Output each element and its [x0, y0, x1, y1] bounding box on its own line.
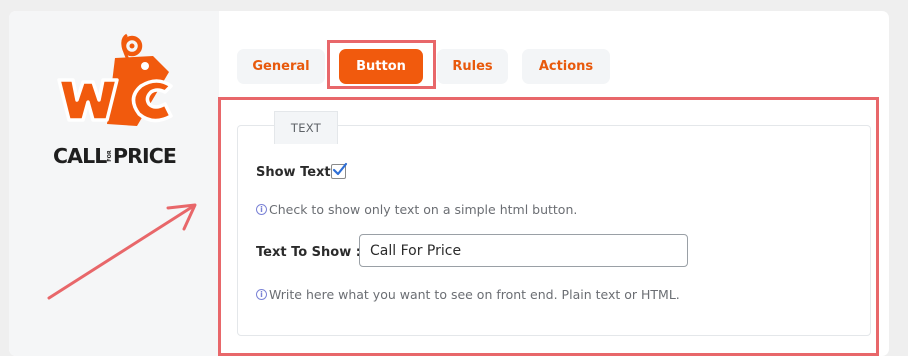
logo-text-call: CALL: [53, 144, 107, 168]
tab-rules[interactable]: Rules: [437, 49, 508, 84]
checkmark-icon: [332, 162, 348, 176]
text-to-show-input[interactable]: [359, 234, 688, 267]
call-for-price-logo: CALL FOR PRICE: [53, 30, 193, 180]
settings-card: CALL FOR PRICE General Button Rules Acti…: [9, 11, 889, 356]
text-to-show-label: Text To Show :: [256, 245, 361, 260]
tab-button[interactable]: Button: [339, 49, 423, 84]
logo-wordmark: CALL FOR PRICE: [53, 144, 185, 168]
tab-actions[interactable]: Actions: [522, 49, 610, 84]
section-tab-text: TEXT: [274, 111, 338, 144]
price-tag-icon: [57, 33, 173, 126]
show-text-hint: i Check to show only text on a simple ht…: [256, 202, 577, 217]
info-icon: i: [256, 204, 267, 215]
text-to-show-hint: i Write here what you want to see on fro…: [256, 287, 680, 302]
text-settings-panel: [237, 125, 871, 336]
show-text-label: Show Text: [256, 165, 331, 180]
show-text-hint-text: Check to show only text on a simple html…: [269, 202, 578, 217]
sidebar: CALL FOR PRICE: [9, 11, 219, 356]
logo-text-price: PRICE: [112, 144, 177, 168]
show-text-checkbox[interactable]: [331, 162, 348, 179]
logo-text-for: FOR: [107, 150, 114, 162]
text-to-show-hint-text: Write here what you want to see on front…: [269, 287, 680, 302]
info-icon: i: [256, 289, 267, 300]
tab-general[interactable]: General: [237, 49, 325, 84]
